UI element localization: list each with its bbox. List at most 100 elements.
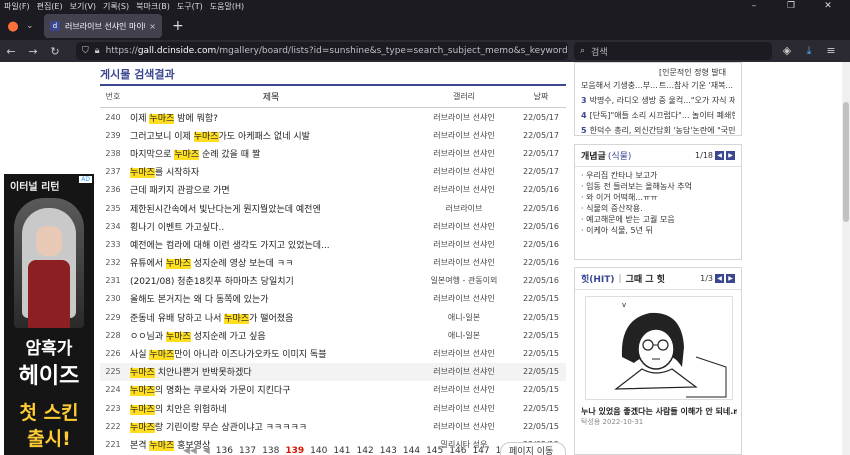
row-title[interactable]: 누마즈의 치안은 위험하네: [126, 402, 412, 415]
page-number[interactable]: 137: [239, 446, 256, 455]
ad-banner[interactable]: 이터널 리턴 AD 암흑가 헤이즈 첫 스킨 출시!: [4, 174, 94, 455]
menu-view[interactable]: 보기(V): [70, 1, 96, 12]
table-row[interactable]: 232 유튜에서 누마즈 성지순례 영상 보는데 ㅋㅋ 러브라이브 선샤인 22/05…: [100, 254, 566, 272]
gaenyeom-item[interactable]: · 이케아 식물, 5년 뒤: [581, 225, 735, 236]
row-title[interactable]: 누마즈의 명화는 쿠로사와 가문이 지킨다구: [126, 383, 412, 397]
menu-file[interactable]: 파일(F): [4, 1, 30, 12]
news-top-pre-right[interactable]: [인문적인 정형 발대: [659, 67, 735, 78]
menu-edit[interactable]: 편집(E): [37, 1, 63, 12]
back-icon[interactable]: ←: [0, 45, 22, 58]
tab-list-icon[interactable]: ⌄: [26, 21, 40, 31]
page-number[interactable]: 147: [472, 446, 489, 455]
table-row[interactable]: 224 누마즈의 명화는 쿠로사와 가문이 지킨다구 러브라이브 선샤인 22/05/…: [100, 381, 566, 399]
gaenyeom-item[interactable]: · 예고해문에 받는 고퀄 모음: [581, 214, 735, 225]
hit-prev-icon[interactable]: ◀: [715, 274, 724, 283]
new-tab-button[interactable]: +: [172, 18, 184, 34]
menu-icon[interactable]: ≡: [820, 44, 842, 58]
row-gallery[interactable]: 러브라이브 선샤인: [412, 293, 516, 304]
row-gallery[interactable]: 애니-일본: [412, 330, 516, 341]
table-row[interactable]: 222 누마즈랑 기린이랑 무슨 상관이냐고 ㅋㅋㅋㅋㅋ 러브라이브 선샤인 22/0…: [100, 417, 566, 435]
row-gallery[interactable]: 애니-일본: [412, 312, 516, 323]
table-row[interactable]: 231 (2021/08) 청춘18킷푸 하마마츠 당일치기 일본여행 - 관동이외…: [100, 272, 566, 290]
row-title[interactable]: 사실 누마즈만이 아니라 이즈나가오카도 이미지 독블: [126, 347, 412, 361]
table-row[interactable]: 239 그러고보니 이제 누마즈가도 아케패스 없네 시발 러브라이브 선샤인 22/…: [100, 126, 566, 144]
news-top-right[interactable]: 트...참사 기운 '재복...: [659, 80, 735, 91]
page-move-button[interactable]: 페이지 이동 ⊕: [500, 442, 566, 455]
page-number[interactable]: 146: [449, 446, 466, 455]
page-number[interactable]: 139: [285, 446, 304, 455]
tab-active[interactable]: d 러브라이브 선샤인 마이너 갤 ×: [44, 14, 162, 38]
row-gallery[interactable]: 러브라이브 선샤인: [412, 257, 516, 268]
hit-next-icon[interactable]: ▶: [726, 274, 735, 283]
search-bar[interactable]: ⌕ 검색: [574, 42, 772, 60]
row-title[interactable]: 준동네 유배 당하고 나서 누마즈가 떨어졌음: [126, 311, 412, 324]
page-number[interactable]: 140: [310, 446, 327, 455]
news-item[interactable]: 4[단독]"애들 소리 시끄럽다"... 놀이터 폐쇄한 3...: [581, 110, 735, 121]
page-number[interactable]: 142: [357, 446, 374, 455]
row-title[interactable]: 누마즈 치안나쁜거 반박못하겠다: [126, 365, 412, 379]
page-number[interactable]: 141: [333, 446, 350, 455]
row-title[interactable]: 예전에는 컴라에 대해 이런 생각도 가지고 있었는데...: [126, 238, 412, 251]
row-gallery[interactable]: 러브라이브 선샤인: [412, 348, 516, 359]
scrollbar-thumb[interactable]: [843, 102, 849, 222]
page-number[interactable]: 144: [403, 446, 420, 455]
row-gallery[interactable]: 러브라이브: [412, 203, 516, 214]
page-number[interactable]: 136: [216, 446, 233, 455]
reload-icon[interactable]: ↻: [44, 45, 66, 58]
row-title[interactable]: 누마즈랑 기린이랑 무슨 상관이냐고 ㅋㅋㅋㅋㅋ: [126, 420, 412, 433]
menu-tools[interactable]: 도구(T): [177, 1, 203, 12]
menu-help[interactable]: 도움말(H): [210, 1, 244, 12]
table-row[interactable]: 234 횡나기 이벤트 가고싶다.. 러브라이브 선샤인 22/05/16: [100, 217, 566, 235]
news-top-left[interactable]: 모음해서 기생충...부...: [581, 80, 657, 91]
row-gallery[interactable]: 일본여행 - 관동이외: [412, 275, 516, 286]
table-row[interactable]: 233 예전에는 컴라에 대해 이런 생각도 가지고 있었는데... 러브라이브 선…: [100, 235, 566, 253]
row-title[interactable]: (2021/08) 청춘18킷푸 하마마츠 당일치기: [126, 274, 412, 287]
maximize-icon[interactable]: ❐: [776, 0, 806, 12]
row-gallery[interactable]: 러브라이브 선샤인: [412, 166, 516, 177]
news-item[interactable]: 5 한덕수 총리, 외신간담회 '농담'논란에 "국민께...: [581, 125, 735, 136]
download-icon[interactable]: ⤓: [798, 44, 820, 58]
row-gallery[interactable]: 러브라이브 선샤인: [412, 239, 516, 250]
row-gallery[interactable]: 러브라이브 선샤인: [412, 421, 516, 432]
row-gallery[interactable]: 러브라이브 선샤인: [412, 221, 516, 232]
table-row[interactable]: 225 누마즈 치안나쁜거 반박못하겠다 러브라이브 선샤인 22/05/15: [100, 362, 566, 381]
shield-icon[interactable]: ⛉: [82, 46, 89, 56]
row-title[interactable]: ㅇㅇ님과 누마즈 성지순례 가고 싶음: [126, 329, 412, 342]
news-item[interactable]: 3박명수, 라디오 생방 중 울컥..."오가 자식 재산 ...: [581, 95, 735, 106]
row-title[interactable]: 횡나기 이벤트 가고싶다..: [126, 220, 412, 233]
page-number[interactable]: 138: [262, 446, 279, 455]
table-row[interactable]: 229 준동네 유배 당하고 나서 누마즈가 떨어졌음 애니-일본 22/05/15: [100, 308, 566, 326]
news-top-pre-left[interactable]: [581, 67, 657, 78]
row-gallery[interactable]: 러브라이브 선샤인: [412, 366, 516, 377]
hit-thumbnail-image[interactable]: v: [585, 296, 733, 400]
row-title[interactable]: 마지막으로 누마즈 순례 갔을 때 짤: [126, 147, 412, 160]
tab-close-icon[interactable]: ×: [149, 22, 156, 31]
minimize-icon[interactable]: –: [739, 0, 769, 12]
table-row[interactable]: 230 올해도 본거지는 왜 다 동쪽에 있는가 러브라이브 선샤인 22/05/15: [100, 290, 566, 308]
gaenyeom-prev-icon[interactable]: ◀: [715, 151, 724, 160]
row-title[interactable]: 제한된시간속에서 빛난다는게 뭔지뭘았는데 예전엔: [126, 202, 412, 215]
page-number[interactable]: 145: [426, 446, 443, 455]
table-row[interactable]: 238 마지막으로 누마즈 순례 갔을 때 짤 러브라이브 선샤인 22/05/17: [100, 144, 566, 162]
url-bar[interactable]: ⛉ 🔒︎ https:// gall.dcinside.com /mgaller…: [76, 42, 568, 60]
table-row[interactable]: 237 누마즈를 시작하자 러브라이브 선샤인 22/05/17: [100, 163, 566, 181]
row-title[interactable]: 그러고보니 이제 누마즈가도 아케패스 없네 시발: [126, 129, 412, 142]
gaenyeom-next-icon[interactable]: ▶: [726, 151, 735, 160]
first-page-icon[interactable]: ◀◀: [183, 446, 197, 455]
row-title[interactable]: 유튜에서 누마즈 성지순례 영상 보는데 ㅋㅋ: [126, 256, 412, 270]
close-window-icon[interactable]: ✕: [813, 0, 843, 12]
table-row[interactable]: 236 근데 패키지 관광으로 가면 러브라이브 선샤인 22/05/16: [100, 181, 566, 199]
row-title[interactable]: 올해도 본거지는 왜 다 동쪽에 있는가: [126, 292, 412, 305]
row-gallery[interactable]: 러브라이브 선샤인: [412, 184, 516, 195]
row-title[interactable]: 이제 누마즈 밤에 뭐함?: [126, 111, 412, 124]
row-gallery[interactable]: 러브라이브 선샤인: [412, 130, 516, 141]
row-gallery[interactable]: 러브라이브 선샤인: [412, 148, 516, 159]
gaenyeom-title[interactable]: 개념글: [581, 149, 606, 162]
table-row[interactable]: 235 제한된시간속에서 빛난다는게 뭔지뭘았는데 예전엔 러브라이브 22/05/1…: [100, 199, 566, 217]
hit-title[interactable]: 힛(HIT): [581, 272, 615, 285]
lock-icon[interactable]: 🔒︎: [95, 46, 100, 56]
prev-page-icon[interactable]: ◀: [203, 446, 210, 455]
gaenyeom-item[interactable]: · 우리집 칸타나 보고가: [581, 170, 735, 181]
row-title[interactable]: 누마즈를 시작하자: [126, 165, 412, 179]
page-scrollbar[interactable]: [842, 62, 850, 455]
